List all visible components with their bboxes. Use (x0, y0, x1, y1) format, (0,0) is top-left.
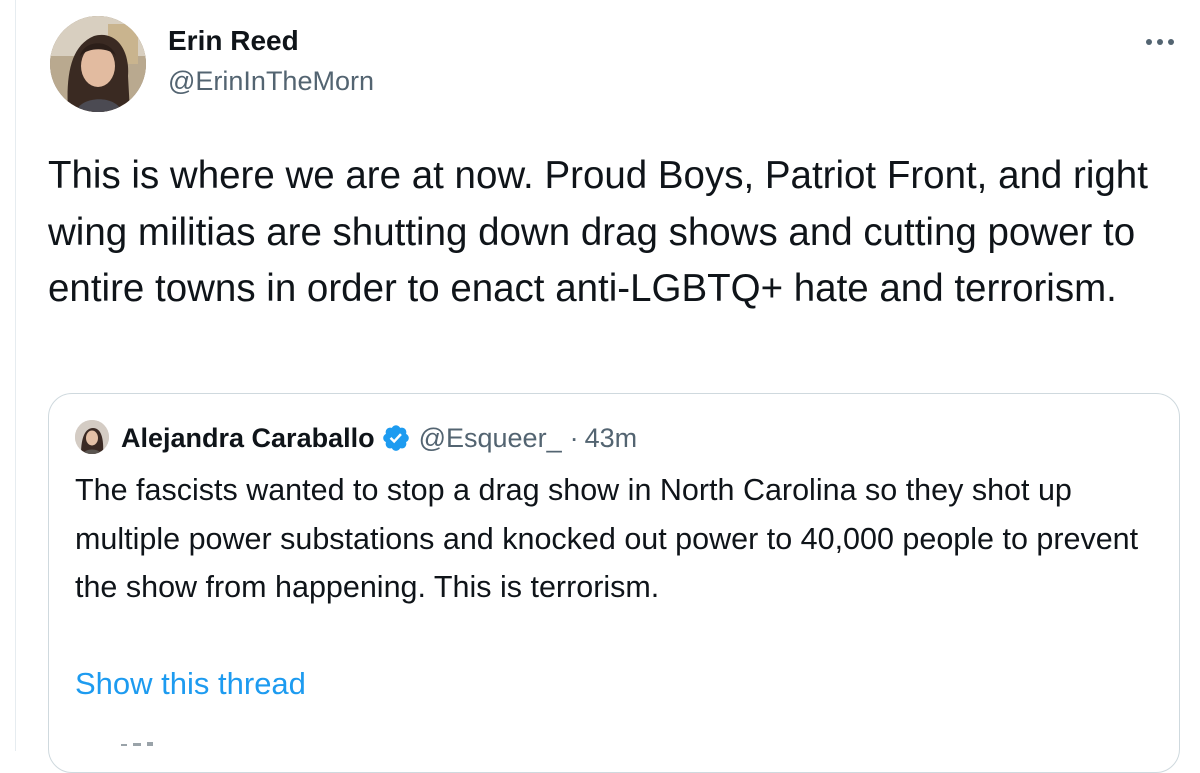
quote-author-name[interactable]: Alejandra Caraballo (121, 421, 375, 455)
media-preview-edge (121, 742, 153, 746)
timeline-border (15, 0, 16, 751)
verified-badge-icon (381, 423, 411, 453)
more-options-button[interactable] (1138, 24, 1182, 60)
more-horizontal-icon (1146, 39, 1174, 45)
quote-header: Alejandra Caraballo @Esqueer_ · 43m (121, 421, 637, 455)
show-thread-link[interactable]: Show this thread (75, 666, 306, 702)
author-name[interactable]: Erin Reed (168, 25, 299, 57)
author-handle[interactable]: @ErinInTheMorn (168, 66, 374, 97)
quote-text: The fascists wanted to stop a drag show … (75, 473, 1139, 604)
avatar[interactable] (50, 16, 146, 112)
quote-tweet-card[interactable]: Alejandra Caraballo @Esqueer_ · 43m The … (48, 393, 1180, 773)
quote-timestamp[interactable]: 43m (585, 421, 638, 455)
separator-dot: · (569, 423, 579, 453)
tweet-text: This is where we are at now. Proud Boys,… (48, 154, 1148, 310)
quote-avatar[interactable] (75, 420, 109, 454)
quote-author-handle[interactable]: @Esqueer_ (419, 421, 562, 455)
